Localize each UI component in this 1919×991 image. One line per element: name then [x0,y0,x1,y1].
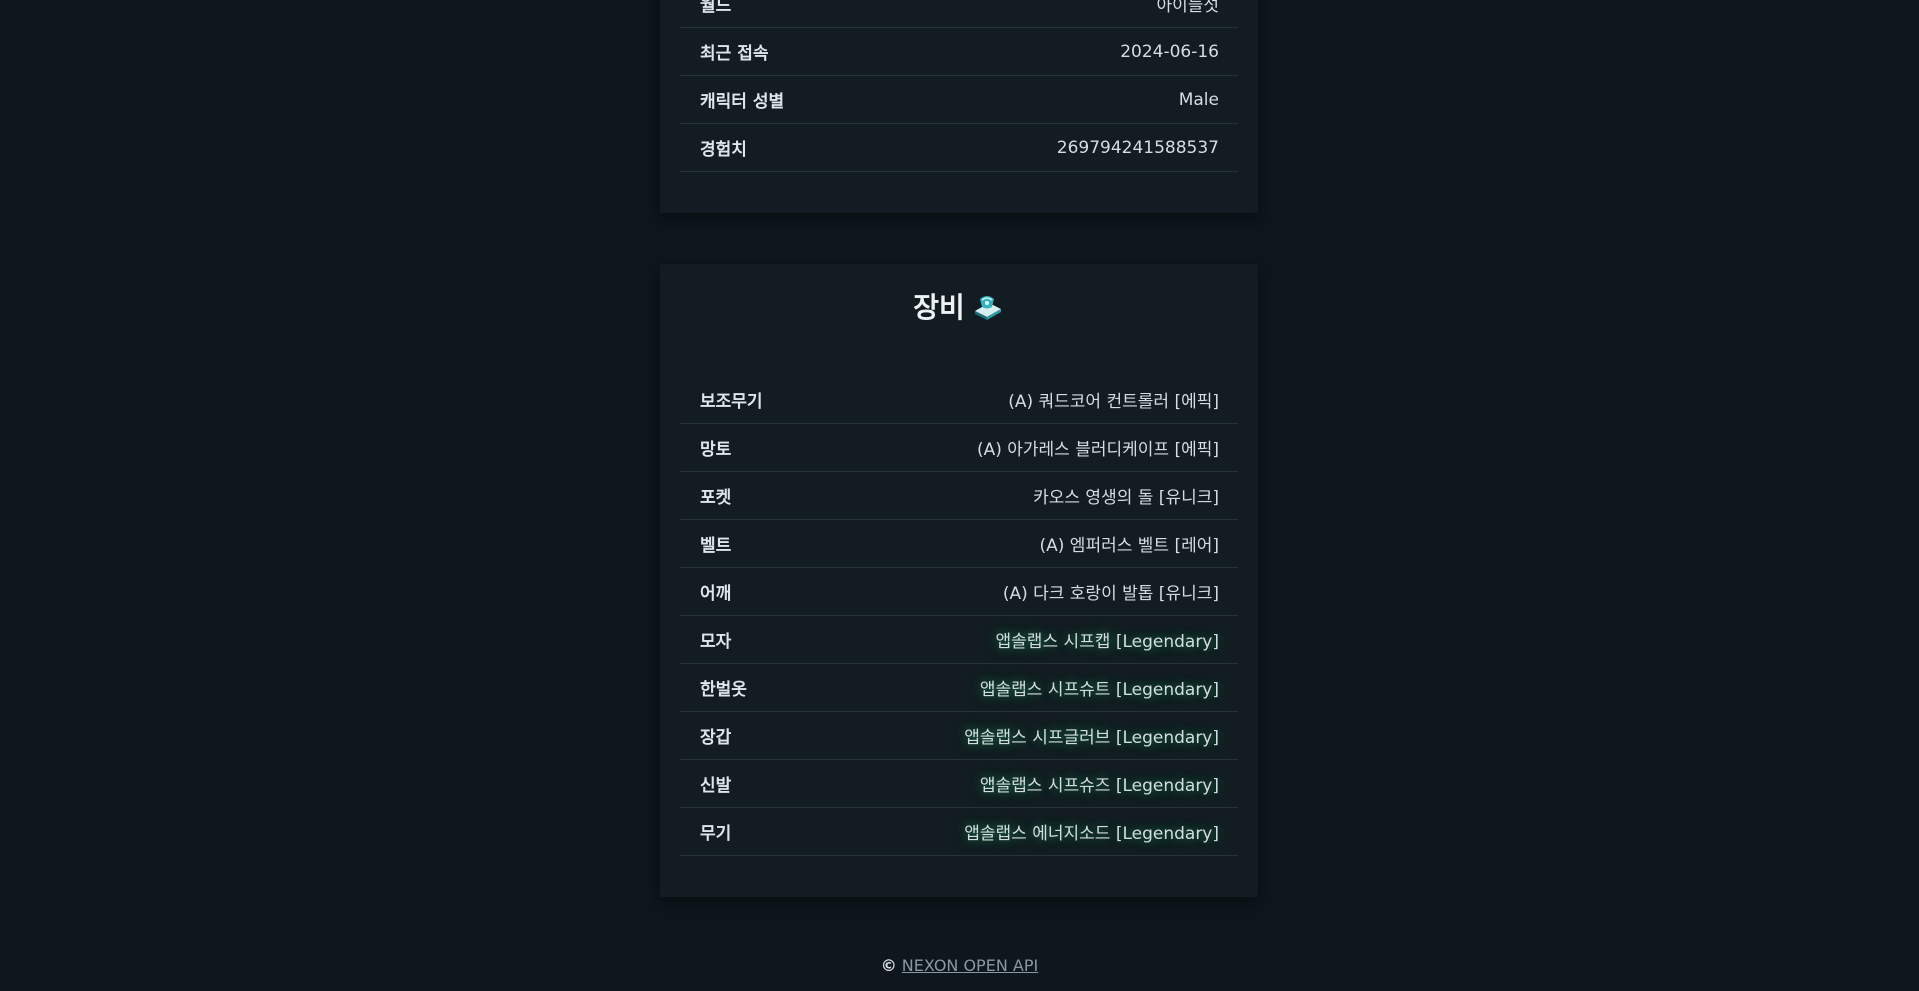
footer: © NEXON OPEN API [0,956,1919,975]
info-label: 최근 접속 [700,44,769,64]
info-label: 캐릭터 성별 [700,92,785,112]
equipment-item-name: (A) 다크 호랑이 발톱 [유니크] [1002,584,1219,604]
character-info-card: 월드 아이들섯 최근 접속 2024-06-16 캐릭터 성별 Male 경험치… [660,0,1258,213]
equipment-item-name: 앱솔랩스 시프슈즈 [Legendary] [979,776,1219,796]
equipment-title-text: 장비 [913,291,965,324]
info-row-gender: 캐릭터 성별 Male [680,76,1238,124]
equipment-slot-label: 장갑 [700,728,732,748]
equipment-row: 망토 (A) 아가레스 블러디케이프 [에픽] [680,424,1238,472]
equipment-row: 모자 앱솔랩스 시프캡 [Legendary] [680,616,1238,664]
info-value: 아이들섯 [1156,0,1219,16]
equipment-list: 보조무기 (A) 쿼드코어 컨트롤러 [에픽] 망토 (A) 아가레스 블러디케이프 … [680,376,1238,856]
equipment-row: 포켓 카오스 영생의 돌 [유니크] [680,472,1238,520]
equipment-slot-label: 보조무기 [700,392,763,412]
info-row-exp: 경험치 269794241588537 [680,124,1238,172]
nexon-open-api-link[interactable]: NEXON OPEN API [902,956,1038,975]
equipment-slot-label: 벨트 [700,536,732,556]
equipment-item-name: (A) 엠퍼러스 벨트 [레어] [1039,536,1220,556]
equipment-row: 장갑 앱솔랩스 시프글러브 [Legendary] [680,712,1238,760]
equipment-row: 한벌옷 앱솔랩스 시프슈트 [Legendary] [680,664,1238,712]
info-value: 2024-06-16 [1120,41,1219,62]
equipment-row: 보조무기 (A) 쿼드코어 컨트롤러 [에픽] [680,376,1238,424]
equipment-item-name: 앱솔랩스 에너지소드 [Legendary] [964,824,1219,844]
equipment-item-name: 앱솔랩스 시프글러브 [Legendary] [964,728,1219,748]
character-info-list: 월드 아이들섯 최근 접속 2024-06-16 캐릭터 성별 Male 경험치… [680,0,1238,172]
equipment-row: 벨트 (A) 엠퍼러스 벨트 [레어] [680,520,1238,568]
equipment-item-name: 앱솔랩스 시프캡 [Legendary] [995,632,1219,652]
equipment-slot-label: 모자 [700,632,732,652]
info-label: 월드 [700,0,732,16]
info-label: 경험치 [700,140,747,160]
equipment-slot-label: 포켓 [700,488,732,508]
equipment-row: 신발 앱솔랩스 시프슈즈 [Legendary] [680,760,1238,808]
info-row-world: 월드 아이들섯 [680,0,1238,28]
equipment-slot-label: 어깨 [700,584,732,604]
equipment-row: 어깨 (A) 다크 호랑이 발톱 [유니크] [680,568,1238,616]
equipment-item-name: (A) 쿼드코어 컨트롤러 [에픽] [1008,392,1219,412]
equipment-item-name: (A) 아가레스 블러디케이프 [에픽] [976,440,1219,460]
info-row-last-login: 최근 접속 2024-06-16 [680,28,1238,76]
info-value: 269794241588537 [1056,137,1219,158]
equipment-item-name: 카오스 영생의 돌 [유니크] [1033,488,1219,508]
equipment-row: 무기 앱솔랩스 에너지소드 [Legendary] [680,808,1238,856]
equipment-slot-label: 신발 [700,776,732,796]
equipment-title: 장비 [660,286,1258,326]
equipment-slot-label: 망토 [700,440,732,460]
info-value: Male [1178,89,1219,110]
equipment-card: 장비 보조무기 (A) 쿼드코어 컨트롤러 [에픽] 망토 (A) 아가레스 블러디케… [660,264,1258,897]
equipment-slot-label: 무기 [700,824,732,844]
equipment-item-name: 앱솔랩스 시프슈트 [Legendary] [979,680,1219,700]
copyright-icon: © [880,956,897,975]
equipment-slot-label: 한벌옷 [700,680,747,700]
gear-icon [971,291,1005,321]
